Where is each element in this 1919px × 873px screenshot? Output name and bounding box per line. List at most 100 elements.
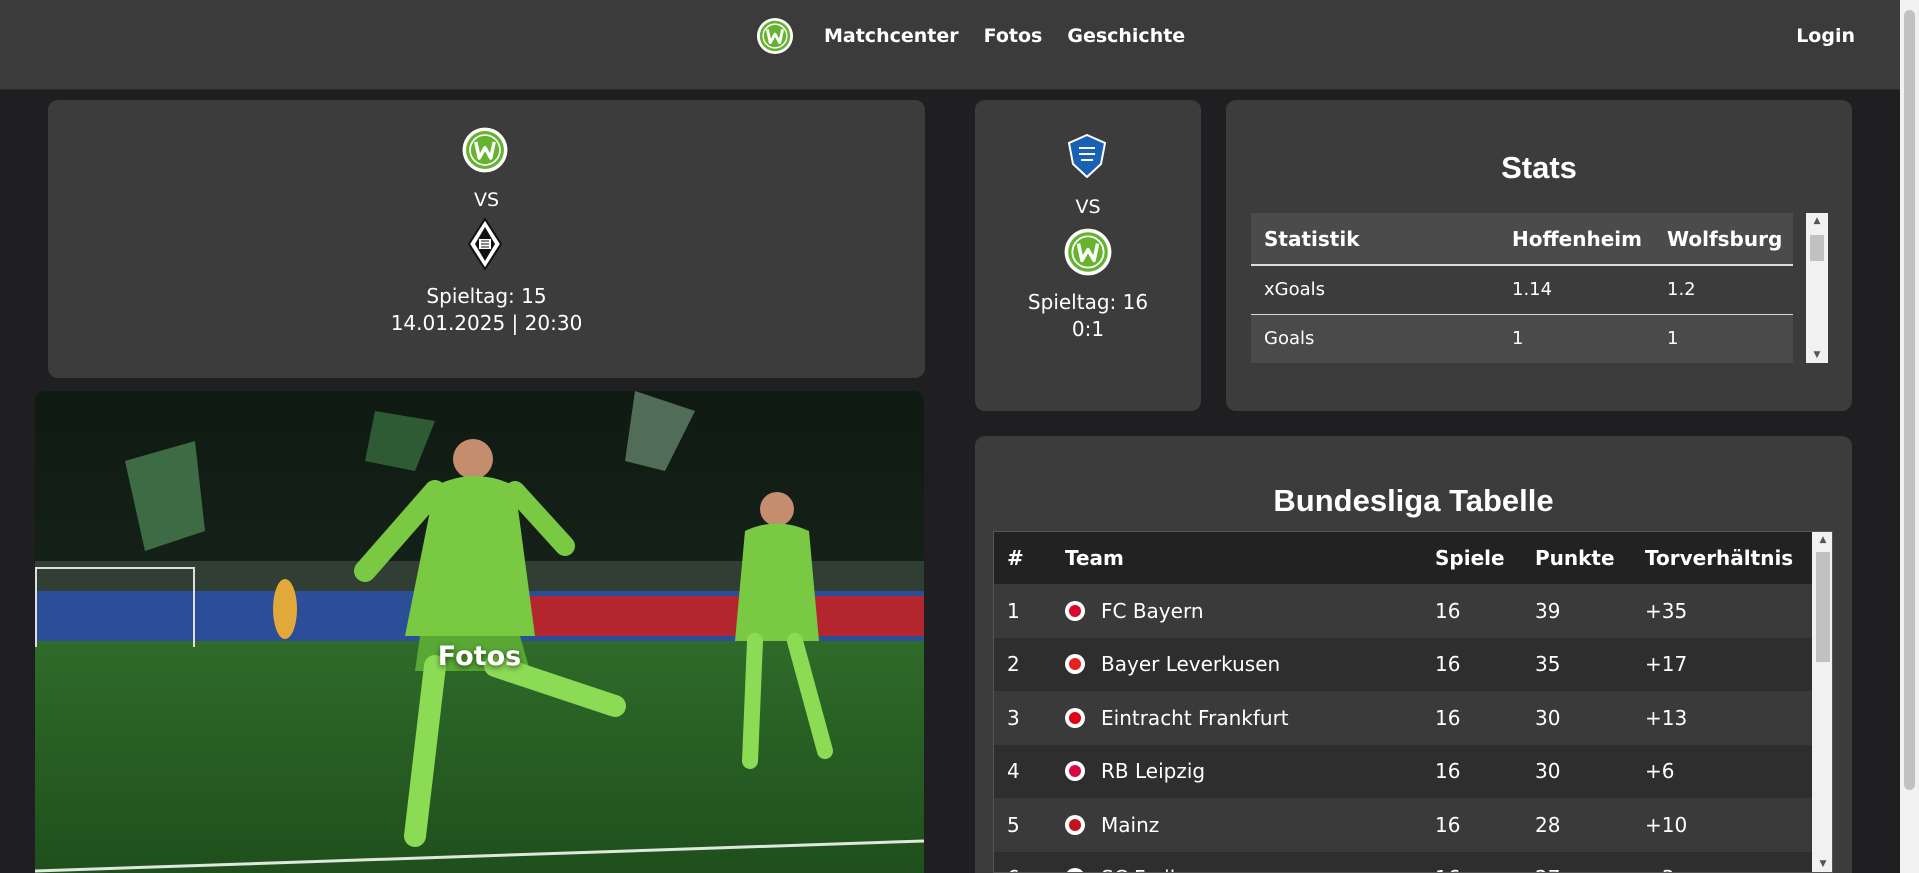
team-crest-icon — [1065, 868, 1085, 872]
scroll-up-arrow-icon[interactable]: ▲ — [1806, 213, 1828, 229]
wolfsburg-crest-icon — [462, 127, 508, 173]
wolfsburg-crest-icon — [1064, 228, 1112, 276]
vs-label: VS — [473, 189, 500, 211]
stats-table-container[interactable]: Statistik Hoffenheim Wolfsburg xGoals 1.… — [1251, 213, 1828, 363]
table-cell: 1 — [1499, 314, 1654, 363]
stats-table: Statistik Hoffenheim Wolfsburg xGoals 1.… — [1251, 213, 1793, 363]
rank-cell: 5 — [994, 798, 1052, 852]
team-crest-icon — [1065, 654, 1085, 675]
table-row: xGoals 1.14 1.2 — [1251, 265, 1793, 315]
column-header: Wolfsburg — [1654, 213, 1793, 266]
nav-fotos[interactable]: Fotos — [984, 25, 1043, 47]
stats-header-row: Statistik Hoffenheim Wolfsburg — [1251, 213, 1793, 266]
scroll-thumb[interactable] — [1810, 235, 1824, 261]
table-row[interactable]: 3 Eintracht Frankfurt 16 30 +13 — [994, 691, 1812, 745]
hoffenheim-crest-icon — [1067, 134, 1107, 178]
next-match-datetime: 14.01.2025 | 20:30 — [390, 311, 583, 335]
table-cell: 1.2 — [1654, 265, 1793, 315]
league-table-container[interactable]: # Team Spiele Punkte Torverhältnis 1 FC B… — [993, 531, 1833, 873]
games-cell: 16 — [1422, 691, 1522, 745]
stats-title: Stats — [1501, 150, 1577, 185]
last-matchday: Spieltag: 16 — [1027, 290, 1149, 314]
top-navigation-bar: Matchcenter Fotos Geschichte Login — [0, 0, 1900, 90]
rank-cell: 2 — [994, 637, 1052, 691]
games-cell: 16 — [1422, 637, 1522, 691]
goal-difference-cell: +17 — [1632, 637, 1812, 691]
scroll-down-arrow-icon[interactable]: ▼ — [1806, 347, 1828, 363]
team-name: Mainz — [1101, 812, 1160, 837]
games-cell: 16 — [1422, 744, 1522, 798]
points-cell: 39 — [1522, 584, 1632, 638]
goal-difference-cell: +6 — [1632, 744, 1812, 798]
table-row[interactable]: 6 SC Freiburg 1627+3 — [994, 851, 1812, 872]
column-header: Statistik — [1251, 213, 1499, 266]
table-cell: 1.14 — [1499, 265, 1654, 315]
last-match-score: 0:1 — [1071, 317, 1105, 341]
team-cell: Bayer Leverkusen — [1052, 637, 1422, 691]
table-cell: Goals — [1251, 314, 1499, 363]
column-header: Team — [1052, 532, 1422, 584]
points-cell: 30 — [1522, 691, 1632, 745]
gladbach-crest-icon — [468, 218, 502, 270]
goal-difference-cell: +13 — [1632, 691, 1812, 745]
team-cell: Eintracht Frankfurt — [1052, 691, 1422, 745]
rank-cell: 4 — [994, 744, 1052, 798]
photo-label: Fotos — [437, 641, 522, 672]
league-table-title: Bundesliga Tabelle — [1273, 483, 1554, 518]
wolfsburg-logo-icon[interactable] — [756, 17, 794, 55]
nav-matchcenter[interactable]: Matchcenter — [824, 25, 959, 47]
column-header: Punkte — [1522, 532, 1632, 584]
next-match-card[interactable]: VS Spieltag: 15 14.01.2025 | 20:30 — [48, 100, 925, 378]
team-name: Bayer Leverkusen — [1101, 652, 1281, 677]
last-match-card[interactable]: VS Spieltag: 16 0:1 — [975, 100, 1201, 411]
team-name: RB Leipzig — [1101, 759, 1206, 784]
main-nav: Matchcenter Fotos Geschichte — [756, 17, 1210, 55]
column-header: Spiele — [1422, 532, 1522, 584]
table-cell: 1 — [1654, 314, 1793, 363]
team-crest-icon — [1065, 814, 1085, 835]
league-table: # Team Spiele Punkte Torverhältnis 1 FC B… — [994, 532, 1812, 872]
team-cell: Mainz — [1052, 798, 1422, 852]
games-cell: 16 — [1422, 584, 1522, 638]
team-cell: SC Freiburg — [1052, 851, 1422, 872]
next-matchday: Spieltag: 15 — [426, 284, 547, 308]
table-row[interactable]: 1 FC Bayern 16 39 +35 — [994, 584, 1812, 638]
league-scrollbar[interactable]: ▲ ▼ — [1812, 532, 1832, 872]
photo-teaser[interactable]: Fotos — [35, 391, 924, 873]
scroll-thumb[interactable] — [1816, 552, 1830, 662]
team-name: SC Freiburg — [1101, 866, 1216, 872]
team-cell: FC Bayern — [1052, 584, 1422, 638]
table-row[interactable]: 2 Bayer Leverkusen 16 35 +17 — [994, 637, 1812, 691]
column-header: Hoffenheim — [1499, 213, 1654, 266]
points-cell: 30 — [1522, 744, 1632, 798]
page-scrollbar[interactable] — [1900, 0, 1919, 873]
scroll-up-arrow-icon[interactable]: ▲ — [1812, 532, 1832, 548]
rank-cell: 6 — [994, 851, 1052, 872]
login-button[interactable]: Login — [1796, 25, 1855, 47]
table-row[interactable]: 5 Mainz 16 28 +10 — [994, 798, 1812, 852]
table-row: Goals 1 1 — [1251, 314, 1793, 363]
vs-label: VS — [1075, 196, 1101, 218]
goal-difference-cell: +35 — [1632, 584, 1812, 638]
team-name: Eintracht Frankfurt — [1101, 705, 1289, 730]
points-cell: 27 — [1522, 851, 1632, 872]
rank-cell: 1 — [994, 584, 1052, 638]
points-cell: 35 — [1522, 637, 1632, 691]
games-cell: 16 — [1422, 851, 1522, 872]
table-cell: xGoals — [1251, 265, 1499, 315]
games-cell: 16 — [1422, 798, 1522, 852]
stats-card: Stats Statistik Hoffenheim Wolfsburg xGo… — [1226, 100, 1852, 411]
team-crest-icon — [1065, 761, 1085, 782]
points-cell: 28 — [1522, 798, 1632, 852]
table-row[interactable]: 4 RB Leipzig 16 30 +6 — [994, 744, 1812, 798]
scroll-down-arrow-icon[interactable]: ▼ — [1812, 856, 1832, 872]
team-name: FC Bayern — [1101, 598, 1204, 623]
goal-difference-cell: +3 — [1632, 851, 1812, 872]
team-cell: RB Leipzig — [1052, 744, 1422, 798]
stats-scrollbar[interactable]: ▲ ▼ — [1806, 213, 1828, 363]
nav-geschichte[interactable]: Geschichte — [1067, 25, 1185, 47]
column-header: # — [994, 532, 1052, 584]
goal-difference-cell: +10 — [1632, 798, 1812, 852]
column-header: Torverhältnis — [1632, 532, 1812, 584]
rank-cell: 3 — [994, 691, 1052, 745]
